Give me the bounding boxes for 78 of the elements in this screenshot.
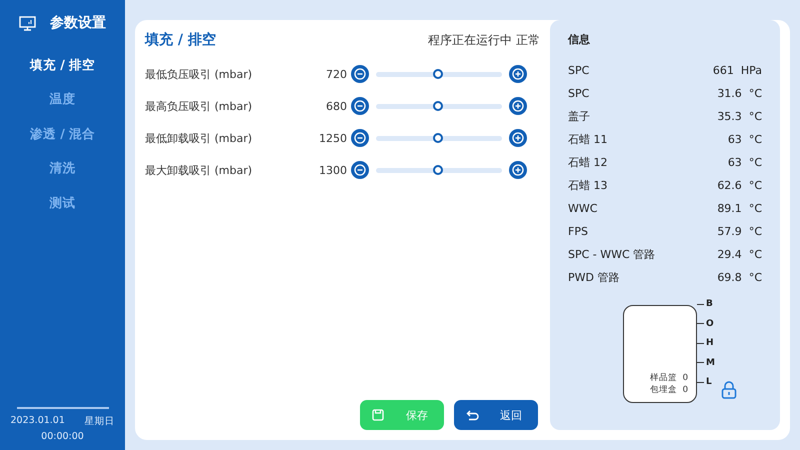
- sensor-name: SPC: [568, 87, 590, 100]
- sensor-value: 89.1 °C: [717, 202, 762, 215]
- minus-icon: [354, 68, 366, 80]
- sensor-name: 石蜡 12: [568, 155, 608, 170]
- sensor-name: SPC: [568, 64, 590, 77]
- plus-icon: [512, 68, 524, 80]
- slider-thumb[interactable]: [432, 100, 443, 110]
- slider-thumb[interactable]: [432, 68, 443, 78]
- state-text: 正常: [516, 32, 540, 46]
- info-title: 信息: [568, 32, 591, 47]
- sensor-value: 62.6 °C: [717, 179, 762, 192]
- sensor-value: 63 °C: [728, 156, 762, 169]
- date-text: 2023.01.01: [10, 415, 65, 428]
- sensor-name: FPS: [568, 225, 588, 238]
- save-icon: [372, 409, 384, 421]
- decrease-button[interactable]: [351, 161, 369, 179]
- increase-button[interactable]: [509, 97, 527, 115]
- status-text: 程序正在运行中: [428, 32, 512, 46]
- decrease-button[interactable]: [351, 129, 369, 147]
- tank-count: 样品篮 0: [650, 372, 688, 384]
- parameter-value: 720: [325, 68, 347, 80]
- slider-track[interactable]: [376, 104, 502, 108]
- parameter-label: 最高负压吸引 (mbar): [145, 98, 254, 114]
- nav-item[interactable]: 清洗: [50, 152, 76, 186]
- sensor-name: 石蜡 13: [568, 178, 608, 193]
- sensor-value: 35.3 °C: [717, 110, 762, 123]
- slider-track[interactable]: [376, 136, 502, 140]
- lock-icon[interactable]: [720, 381, 737, 399]
- section-title: 填充 / 排空: [145, 31, 216, 49]
- sensor-name: 石蜡 11: [568, 132, 608, 147]
- sensor-value: 31.6 °C: [717, 87, 762, 100]
- level-mark: M: [697, 358, 715, 368]
- nav-item[interactable]: 填充 / 排空: [30, 48, 96, 82]
- slider-thumb[interactable]: [432, 132, 443, 142]
- level-mark: L: [697, 377, 715, 387]
- nav-item[interactable]: 测试: [50, 186, 76, 220]
- app-title: 参数设置: [50, 14, 106, 32]
- minus-icon: [354, 132, 366, 144]
- sensor-value: 57.9 °C: [717, 225, 762, 238]
- parameter-value: 1300: [318, 164, 347, 176]
- parameter-label: 最大卸载吸引 (mbar): [145, 162, 254, 178]
- parameter-value: 680: [325, 100, 347, 112]
- level-mark: O: [697, 318, 715, 328]
- increase-button[interactable]: [509, 129, 527, 147]
- slider-track[interactable]: [376, 168, 502, 172]
- slider-thumb[interactable]: [432, 164, 443, 174]
- sensor-name: PWD 管路: [568, 270, 620, 285]
- plus-icon: [512, 164, 524, 176]
- sensor-name: 盖子: [568, 109, 590, 124]
- weekday-text: 星期日: [84, 415, 114, 428]
- tank-count: 包埋盒 0: [650, 384, 688, 396]
- save-button[interactable]: 保存: [360, 400, 444, 430]
- sensor-value: 69.8 °C: [717, 271, 762, 284]
- decrease-button[interactable]: [351, 97, 369, 115]
- sensor-name: SPC - WWC 管路: [568, 247, 656, 262]
- sensor-value: 29.4 °C: [717, 248, 762, 261]
- decrease-button[interactable]: [351, 65, 369, 83]
- undo-icon: [466, 409, 480, 421]
- plus-icon: [512, 100, 524, 112]
- plus-icon: [512, 132, 524, 144]
- sensor-value: 63 °C: [728, 133, 762, 146]
- minus-icon: [354, 100, 366, 112]
- nav-item[interactable]: 渗透 / 混合: [30, 117, 96, 152]
- time-text: 00:00:00: [41, 431, 84, 442]
- increase-button[interactable]: [509, 161, 527, 179]
- level-mark: B: [697, 299, 715, 309]
- increase-button[interactable]: [509, 65, 527, 83]
- sensor-name: WWC: [568, 202, 598, 215]
- back-button[interactable]: 返回: [454, 400, 538, 430]
- nav-item[interactable]: 温度: [50, 82, 76, 117]
- sensor-value: 661 HPa: [712, 64, 762, 77]
- monitor-icon: [19, 16, 36, 30]
- parameter-label: 最低负压吸引 (mbar): [145, 66, 254, 82]
- minus-icon: [354, 164, 366, 176]
- parameter-label: 最低卸载吸引 (mbar): [145, 130, 254, 146]
- parameter-value: 1250: [318, 132, 347, 144]
- level-mark: H: [697, 338, 715, 348]
- slider-track[interactable]: [376, 72, 502, 76]
